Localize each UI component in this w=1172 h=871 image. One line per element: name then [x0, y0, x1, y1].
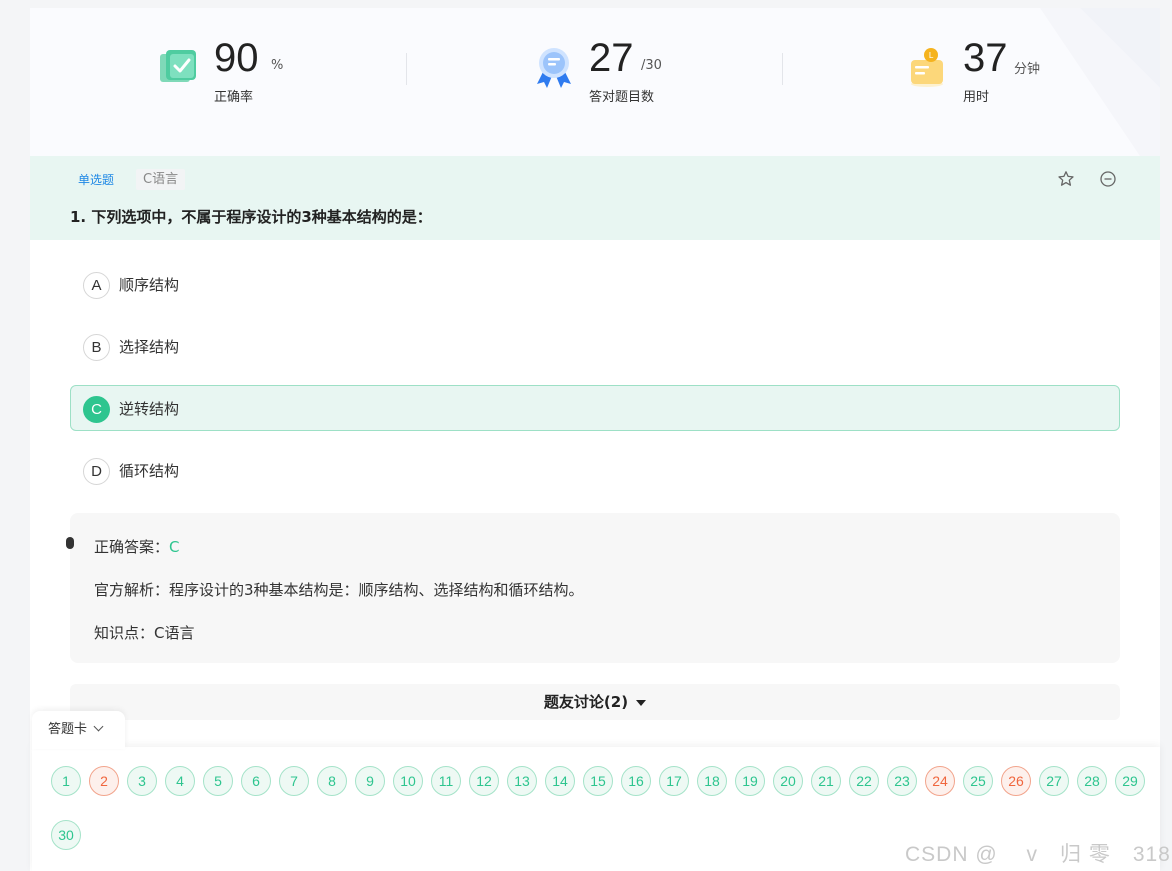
question-number-26[interactable]: 26 — [1001, 766, 1031, 796]
check-book-icon — [160, 50, 196, 82]
option-text: 逆转结构 — [119, 400, 180, 418]
star-icon[interactable] — [1057, 170, 1075, 188]
question-number-3[interactable]: 3 — [127, 766, 157, 796]
question-category-tag: C语言 — [136, 169, 186, 190]
question-number-1[interactable]: 1 — [51, 766, 81, 796]
timer-bell-icon: L — [911, 48, 943, 87]
discussion-label: 题友讨论(2) — [543, 693, 629, 711]
question-number-16[interactable]: 16 — [621, 766, 651, 796]
question-number-27[interactable]: 27 — [1039, 766, 1069, 796]
result-page: 90 % 正确率 27 /30 答对题目数 L 37 分钟 用时 单选题 C语言… — [30, 8, 1160, 871]
header-decoration — [1040, 8, 1160, 156]
question-number-15[interactable]: 15 — [583, 766, 613, 796]
question-number-12[interactable]: 12 — [469, 766, 499, 796]
question-title: 1. 下列选项中，不属于程序设计的3种基本结构的是： — [70, 208, 432, 226]
question-number-23[interactable]: 23 — [887, 766, 917, 796]
option-text: 循环结构 — [119, 462, 180, 480]
discussion-toggle[interactable]: 题友讨论(2) — [70, 684, 1120, 720]
question-number-24[interactable]: 24 — [925, 766, 955, 796]
time-stat: L 37 分钟 用时 — [907, 36, 1057, 106]
accuracy-stat: 90 % 正确率 — [158, 36, 298, 106]
minus-circle-icon[interactable] — [1099, 170, 1117, 188]
option-letter: B — [83, 334, 110, 361]
question-number-13[interactable]: 13 — [507, 766, 537, 796]
accuracy-unit: % — [271, 58, 284, 73]
answer-card-toggle[interactable]: 答题卡 — [32, 711, 125, 749]
question-number-5[interactable]: 5 — [203, 766, 233, 796]
question-number-8[interactable]: 8 — [317, 766, 347, 796]
correct-count-label: 答对题目数 — [589, 90, 655, 105]
question-number-20[interactable]: 20 — [773, 766, 803, 796]
question-header: 单选题 C语言 1. 下列选项中，不属于程序设计的3种基本结构的是： — [30, 156, 1160, 240]
question-number-19[interactable]: 19 — [735, 766, 765, 796]
answer-card-label: 答题卡 — [48, 722, 88, 737]
time-value: 37 — [963, 36, 1008, 80]
question-number-7[interactable]: 7 — [279, 766, 309, 796]
correct-count-stat: 27 /30 答对题目数 — [533, 36, 683, 106]
correct-answer-label: 正确答案： — [94, 538, 170, 556]
stats-divider — [406, 53, 407, 85]
option-text: 选择结构 — [119, 338, 180, 356]
option-d[interactable]: D 循环结构 — [70, 447, 1120, 493]
accuracy-value: 90 — [214, 36, 259, 80]
question-number-18[interactable]: 18 — [697, 766, 727, 796]
question-number-21[interactable]: 21 — [811, 766, 841, 796]
official-explanation: 官方解析：程序设计的3种基本结构是：顺序结构、选择结构和循环结构。 — [94, 581, 584, 599]
correct-count-value: 27 — [589, 36, 634, 80]
chevron-down-icon — [93, 721, 104, 732]
option-letter: C — [83, 396, 110, 423]
svg-text:L: L — [929, 51, 934, 60]
question-number-29[interactable]: 29 — [1115, 766, 1145, 796]
correct-count-total: /30 — [641, 58, 662, 73]
question-number-4[interactable]: 4 — [165, 766, 195, 796]
accuracy-label: 正确率 — [214, 90, 254, 105]
option-b[interactable]: B 选择结构 — [70, 323, 1120, 369]
question-number-25[interactable]: 25 — [963, 766, 993, 796]
answer-analysis: 正确答案：C 官方解析：程序设计的3种基本结构是：顺序结构、选择结构和循环结构。… — [66, 513, 1120, 663]
stats-divider — [782, 53, 783, 85]
question-number-2[interactable]: 2 — [89, 766, 119, 796]
stats-header: 90 % 正确率 27 /30 答对题目数 L 37 分钟 用时 — [30, 8, 1160, 156]
option-text: 顺序结构 — [119, 276, 180, 294]
knowledge-point: 知识点：C语言 — [94, 624, 195, 642]
watermark: CSDN @ v 归 零 318 — [905, 843, 1171, 866]
question-number-6[interactable]: 6 — [241, 766, 271, 796]
question-number-28[interactable]: 28 — [1077, 766, 1107, 796]
time-unit: 分钟 — [1014, 62, 1041, 77]
time-label: 用时 — [963, 90, 990, 105]
option-letter: D — [83, 458, 110, 485]
option-letter: A — [83, 272, 110, 299]
question-number-10[interactable]: 10 — [393, 766, 423, 796]
correct-answer-line: 正确答案：C — [94, 536, 180, 557]
analysis-marker — [66, 537, 74, 549]
question-number-30[interactable]: 30 — [51, 820, 81, 850]
question-number-14[interactable]: 14 — [545, 766, 575, 796]
caret-down-icon — [636, 699, 647, 706]
question-number-17[interactable]: 17 — [659, 766, 689, 796]
option-a[interactable]: A 顺序结构 — [70, 261, 1120, 307]
question-number-22[interactable]: 22 — [849, 766, 879, 796]
option-c[interactable]: C 逆转结构 — [70, 385, 1120, 431]
correct-answer-value: C — [169, 538, 180, 556]
question-number-9[interactable]: 9 — [355, 766, 385, 796]
question-number-11[interactable]: 11 — [431, 766, 461, 796]
question-type-tag: 单选题 — [72, 170, 121, 190]
ribbon-badge-icon — [537, 48, 571, 88]
